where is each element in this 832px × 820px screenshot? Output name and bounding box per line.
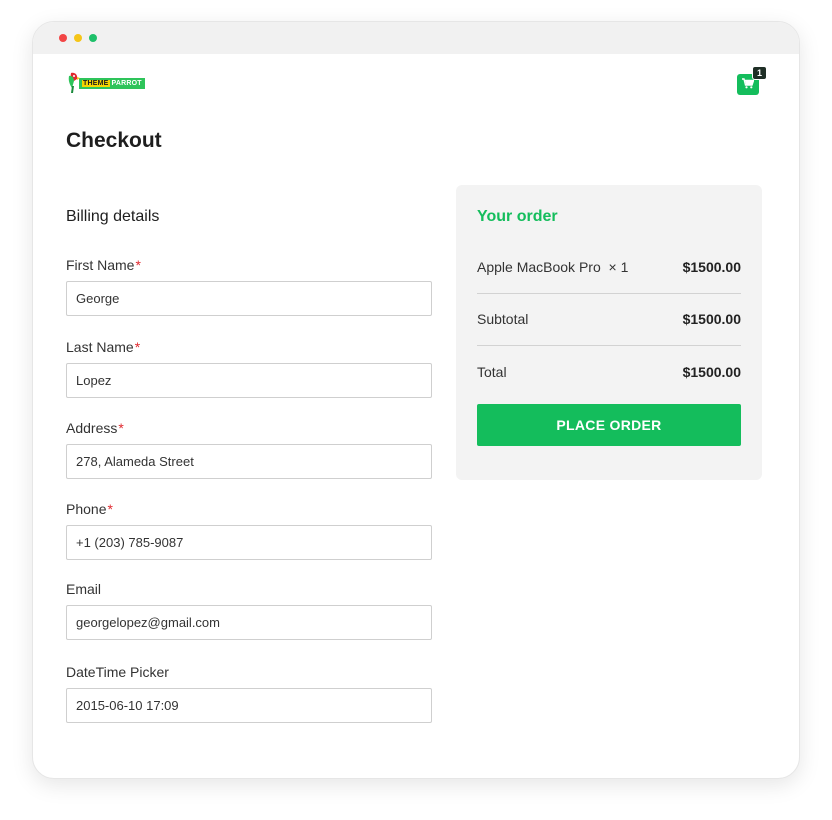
email-group: Email xyxy=(66,581,432,640)
email-label: Email xyxy=(66,581,102,597)
address-group: Address* xyxy=(66,420,432,479)
subtotal-row: Subtotal $1500.00 xyxy=(477,310,741,328)
subtotal-amount: $1500.00 xyxy=(682,311,741,327)
logo-text-parrot: PARROT xyxy=(111,79,142,87)
email-input[interactable] xyxy=(66,605,432,640)
first-name-input[interactable] xyxy=(66,281,432,316)
required-asterisk: * xyxy=(118,420,124,436)
required-asterisk: * xyxy=(134,339,141,355)
phone-input[interactable] xyxy=(66,525,432,560)
phone-label: Phone* xyxy=(66,501,113,517)
billing-details-section: Billing details First Name* Last Name* A… xyxy=(66,208,432,723)
total-label: Total xyxy=(477,364,507,380)
order-item-qty: × 1 xyxy=(608,259,629,275)
total-row: Total $1500.00 xyxy=(477,363,741,381)
place-order-button[interactable]: PLACE ORDER xyxy=(477,404,741,446)
first-name-group: First Name* xyxy=(66,257,432,316)
page-title: Checkout xyxy=(66,129,162,152)
required-asterisk: * xyxy=(135,257,141,273)
datetime-label: DateTime Picker xyxy=(66,664,169,680)
order-item-amount: $1500.00 xyxy=(682,259,741,275)
logo-text-theme: THEME xyxy=(82,79,110,87)
parrot-icon xyxy=(66,72,82,94)
order-divider xyxy=(477,293,741,294)
logo-wordmark: THEME PARROT xyxy=(79,77,145,89)
browser-window: THEME PARROT 1 Checkout Billing details … xyxy=(32,21,800,779)
total-amount: $1500.00 xyxy=(682,364,741,380)
datetime-group: DateTime Picker xyxy=(66,664,432,723)
order-summary-panel: Your order Apple MacBook Pro × 1 $1500.0… xyxy=(456,185,762,480)
datetime-picker-input[interactable] xyxy=(66,688,432,723)
last-name-label: Last Name* xyxy=(66,339,141,355)
subtotal-label: Subtotal xyxy=(477,311,529,327)
window-titlebar xyxy=(33,22,799,54)
last-name-input[interactable] xyxy=(66,363,432,398)
address-input[interactable] xyxy=(66,444,432,479)
phone-group: Phone* xyxy=(66,501,432,560)
last-name-group: Last Name* xyxy=(66,339,432,398)
required-asterisk: * xyxy=(107,501,113,517)
order-item-name: Apple MacBook Pro × 1 xyxy=(477,259,629,275)
address-label: Address* xyxy=(66,420,124,436)
cart-button[interactable]: 1 xyxy=(737,66,767,95)
close-dot[interactable] xyxy=(59,34,67,42)
maximize-dot[interactable] xyxy=(89,34,97,42)
order-title: Your order xyxy=(477,208,558,225)
minimize-dot[interactable] xyxy=(74,34,82,42)
billing-title: Billing details xyxy=(66,208,160,225)
order-item-row: Apple MacBook Pro × 1 $1500.00 xyxy=(477,258,741,276)
site-logo[interactable]: THEME PARROT xyxy=(66,72,145,94)
order-divider xyxy=(477,345,741,346)
first-name-label: First Name* xyxy=(66,257,141,273)
cart-count-badge: 1 xyxy=(752,66,767,80)
